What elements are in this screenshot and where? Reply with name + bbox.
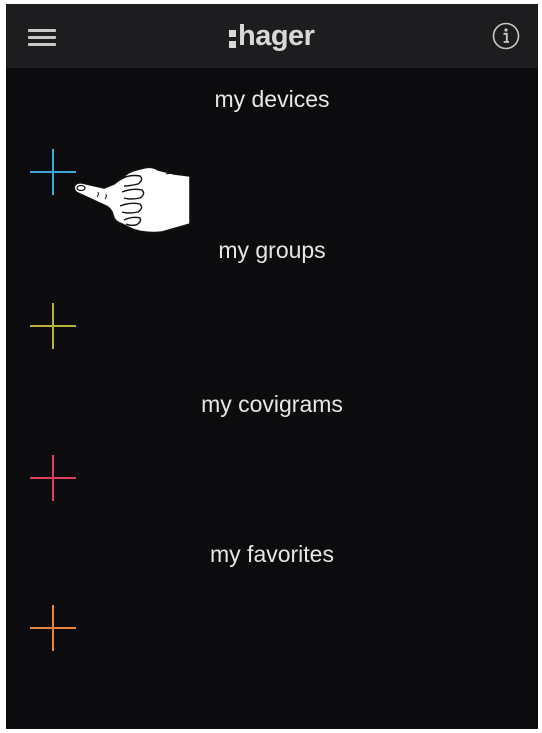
top-bar: hager xyxy=(6,4,538,68)
pointing-hand-icon xyxy=(73,166,191,234)
add-group-plus-icon[interactable] xyxy=(28,301,78,351)
logo-text: hager xyxy=(238,20,315,52)
section-title-groups: my groups xyxy=(218,237,326,263)
hager-logo: hager xyxy=(228,20,315,52)
add-favorite-plus-icon[interactable] xyxy=(28,603,78,653)
section-title-covigrams: my covigrams xyxy=(201,391,343,417)
logo-colon-mark xyxy=(228,23,238,49)
add-covigram-plus-icon[interactable] xyxy=(28,453,78,503)
section-title-favorites: my favorites xyxy=(210,541,334,567)
section-title-devices: my devices xyxy=(214,86,330,112)
hamburger-menu-icon[interactable] xyxy=(28,29,58,49)
info-icon[interactable] xyxy=(492,22,520,50)
app-screen: hager my devices my groups my covigrams … xyxy=(6,4,538,729)
